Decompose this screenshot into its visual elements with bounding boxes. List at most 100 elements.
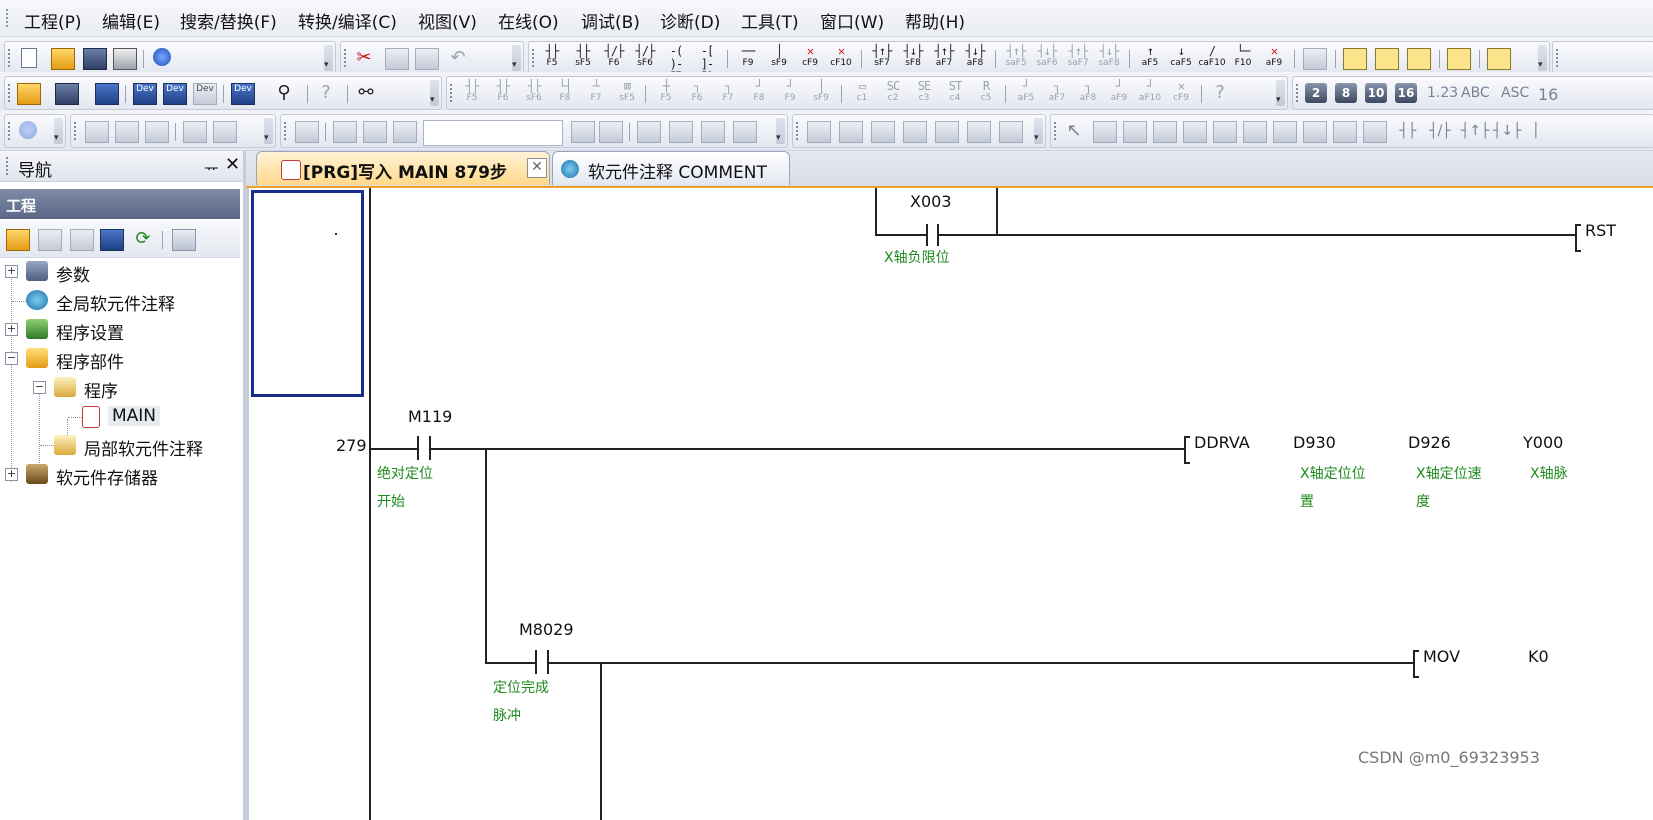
tool-sf9-b[interactable]: │ sF9 [806,80,836,108]
find-contact-icon[interactable] [701,121,725,143]
fbd-variable-icon[interactable] [1243,121,1267,143]
toolbar-overflow-button[interactable] [430,80,439,106]
string-display-button[interactable]: ABC [1461,85,1490,101]
hex-display-button[interactable]: 16 [1395,83,1417,103]
menu-help[interactable]: 帮助(H) [905,8,965,33]
delete-line-tool[interactable]: ✕ aF9 [1259,45,1289,73]
toolbar-grip[interactable] [74,122,78,140]
expand-icon[interactable]: + [5,323,18,336]
cross-reference-icon[interactable] [295,121,319,143]
fbd-output-icon[interactable] [1213,121,1237,143]
parallel-rising-pulse-tool[interactable]: ┤↑├ aF7 [929,45,959,73]
fbd-input-icon[interactable] [1153,121,1177,143]
debug-step-icon[interactable] [807,121,831,143]
project-section-header[interactable]: 工程 [0,189,240,219]
tree-item-main[interactable]: MAIN [0,404,240,430]
tool-f6-b[interactable]: ┐ F6 [682,80,712,108]
operand-d930[interactable]: D930 [1293,433,1336,452]
tree-item-local-comment[interactable]: 局部软元件注释 [0,433,240,460]
invert-result-tool[interactable]: / caF10 [1197,45,1227,73]
toolbar-grip[interactable] [284,122,288,140]
tool-c2[interactable]: SC c2 [878,80,908,108]
refresh-icon[interactable]: ⟳ [132,229,154,249]
contact-x003-device[interactable]: X003 [910,192,952,211]
batch-statement-icon[interactable] [1447,48,1471,70]
device-monitor-icon[interactable]: Dev [193,83,217,105]
tool-c5[interactable]: Rc5 [971,80,1001,108]
statement-edit-icon[interactable] [1375,48,1399,70]
copy-data-icon[interactable] [38,229,62,251]
tool-f9-b[interactable]: ┘ F9 [775,80,805,108]
toolbar-overflow-button[interactable] [54,118,63,144]
jump-back-icon[interactable] [363,121,387,143]
ladder-editor[interactable]: X003 X轴负限位 RST 279 M119 绝对定位 开始 DDRVA D9… [246,188,1653,820]
help-circle-icon[interactable]: ? [315,83,337,103]
sfc-step-icon[interactable] [85,121,109,143]
cut-icon[interactable]: ✂ [353,48,375,68]
debug-scan-icon[interactable] [967,121,991,143]
toolbar-grip[interactable] [1054,122,1058,140]
instruction-rst[interactable]: RST [1585,221,1616,240]
closed-contact-tool[interactable]: ┤/├ F6 [599,45,629,73]
toolbar-grip[interactable] [450,84,454,102]
instruction-mov[interactable]: MOV [1423,647,1460,666]
undo-icon[interactable]: ↶ [447,48,469,68]
debug-lock-icon[interactable] [935,121,959,143]
sfc-merge-icon[interactable] [213,121,237,143]
collapse-icon[interactable]: − [33,381,46,394]
sfc-branch-icon[interactable] [183,121,207,143]
toolbar-grip[interactable] [8,49,12,67]
instruction-ddrva[interactable]: DDRVA [1194,433,1250,452]
expand-icon[interactable]: + [5,468,18,481]
search-up-icon[interactable] [571,121,595,143]
menu-window[interactable]: 窗口(W) [820,8,884,33]
tool-f7-b[interactable]: ┐ F7 [713,80,743,108]
replace-icon[interactable] [637,121,661,143]
tool-sf6[interactable]: ┤├ sF6 [519,80,549,108]
debug-watch-icon[interactable] [871,121,895,143]
contact-m8029-device[interactable]: M8029 [519,620,574,639]
operation-result-rise-tool[interactable]: ↑ aF5 [1135,45,1165,73]
tool-c3[interactable]: SE c3 [909,80,939,108]
pin-icon[interactable]: ᅲ [204,155,219,179]
falling-pulse-negated-tool[interactable]: ┤↓├ saF6 [1032,45,1062,73]
toolbar-overflow-button[interactable] [1034,118,1043,144]
tree-item-program[interactable]: − 程序 [0,375,240,402]
tree-item-global-comment[interactable]: 全局软元件注释 [0,288,240,315]
fbd-closed-contact-icon[interactable]: ┤/├ [1429,121,1451,141]
fbd-label-icon[interactable] [1363,121,1387,143]
tab-close-button[interactable]: ✕ [527,158,547,178]
new-data-icon[interactable] [6,229,30,251]
parallel-falling-negated-tool[interactable]: ┤↓├ saF8 [1094,45,1124,73]
horizontal-line-tool[interactable]: ── F9 [733,45,763,73]
tool-cf9[interactable]: ✕ cF9 [1166,80,1196,108]
close-icon[interactable]: ✕ [225,154,240,175]
parallel-falling-pulse-tool[interactable]: ┤↓├ aF8 [960,45,990,73]
tool-f8[interactable]: └┤ F8 [550,80,580,108]
properties-icon[interactable] [100,229,124,251]
rising-pulse-tool[interactable]: ┤↑├ sF7 [867,45,897,73]
tree-options-icon[interactable] [172,229,196,251]
operand-d926[interactable]: D926 [1408,433,1451,452]
open-contact-tool[interactable]: ┤├ F5 [537,45,567,73]
octal-display-button[interactable]: 8 [1335,83,1357,103]
tree-item-device-memory[interactable]: + 软元件存储器 [0,462,240,489]
tool-af10[interactable]: ┘ aF10 [1135,80,1165,108]
menu-convert-compile[interactable]: 转换/编译(C) [298,8,397,33]
select-pointer-icon[interactable]: ↖ [1063,121,1085,141]
parts-selection-icon[interactable] [55,83,79,105]
pencil-icon[interactable] [1093,121,1117,143]
tool-sf5[interactable]: ⊠ sF5 [612,80,642,108]
tool-f5-b[interactable]: ┼ F5 [651,80,681,108]
menu-diagnostics[interactable]: 诊断(D) [660,8,720,33]
parallel-rising-negated-tool[interactable]: ┤↑├ saF7 [1063,45,1093,73]
delete-vertical-line-tool[interactable]: ✕ cF10 [826,45,856,73]
tool-f8-b[interactable]: ┘ F8 [744,80,774,108]
binary-display-button[interactable]: 2 [1305,83,1327,103]
menu-tools[interactable]: 工具(T) [741,8,799,33]
context-help-icon[interactable] [19,121,37,139]
toolbar-overflow-button[interactable] [324,45,333,71]
save-icon[interactable] [83,48,107,70]
ascii-display-button[interactable]: ASC [1501,85,1529,101]
paste-icon[interactable] [415,48,439,70]
